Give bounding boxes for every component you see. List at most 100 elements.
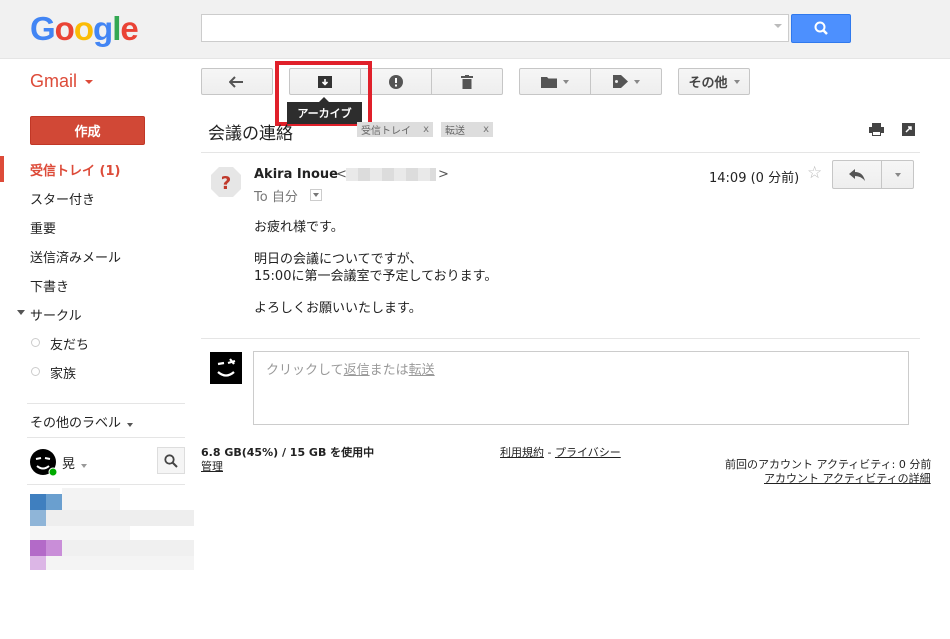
blur-block xyxy=(46,494,62,510)
sidebar-item-friends[interactable]: 友だち xyxy=(50,334,89,353)
search-icon xyxy=(814,21,828,35)
blur-block xyxy=(62,540,194,556)
storage-usage: 6.8 GB(45%) / 15 GB を使用中 xyxy=(201,446,375,459)
activity-details-link[interactable]: アカウント アクティビティの詳細 xyxy=(764,470,931,486)
reply-prompt-text: クリックして xyxy=(266,363,344,378)
chat-search-button[interactable] xyxy=(157,447,185,474)
chevron-down-icon xyxy=(894,172,901,177)
sidebar-item-starred[interactable]: スター付き xyxy=(30,189,95,208)
terms-link[interactable]: 利用規約 xyxy=(500,446,544,459)
move-to-button[interactable] xyxy=(519,68,591,95)
label-chip-inbox[interactable]: 受信トレイ x xyxy=(357,122,433,137)
blurred-email-address xyxy=(346,168,436,181)
trash-icon xyxy=(461,74,473,89)
svg-text:?: ? xyxy=(221,173,231,194)
sender-name: Akira Inoue xyxy=(254,167,338,182)
sidebar-item-drafts[interactable]: 下書き xyxy=(30,276,69,295)
user-avatar xyxy=(210,352,242,384)
message-more-button[interactable] xyxy=(881,160,914,189)
chevron-down-icon[interactable] xyxy=(85,80,93,84)
blur-block xyxy=(30,510,46,526)
labels-button[interactable] xyxy=(590,68,662,95)
more-actions-label: その他 xyxy=(688,76,728,91)
sidebar-item-important[interactable]: 重要 xyxy=(30,218,56,237)
sidebar-item-circles[interactable]: サークル xyxy=(30,305,82,324)
back-button[interactable] xyxy=(201,68,273,95)
sender-email-close: > xyxy=(438,167,449,182)
folder-icon xyxy=(541,76,557,88)
blur-block xyxy=(46,540,62,556)
chat-user-name[interactable]: 晃 xyxy=(62,453,88,472)
chevron-down-icon xyxy=(563,79,569,84)
manage-storage-link[interactable]: 管理 xyxy=(201,458,223,474)
blur-block xyxy=(46,510,194,526)
chevron-down-icon[interactable] xyxy=(17,310,25,315)
reply-prompt[interactable]: クリックして返信または転送 xyxy=(266,359,435,378)
circle-icon xyxy=(31,367,40,376)
divider xyxy=(201,338,920,339)
blur-block xyxy=(30,556,46,570)
message-timestamp: 14:09 (0 分前) xyxy=(709,171,800,186)
print-icon[interactable] xyxy=(869,123,884,136)
message-subject: 会議の連絡 xyxy=(208,124,293,144)
sidebar-item-sent[interactable]: 送信済みメール xyxy=(30,247,121,266)
arrow-left-icon xyxy=(229,75,243,88)
close-icon[interactable]: x xyxy=(483,124,489,135)
search-icon xyxy=(164,453,178,468)
show-details-button[interactable] xyxy=(310,189,322,201)
chevron-down-icon xyxy=(733,79,740,84)
blur-block xyxy=(30,494,46,510)
message-body-line: お疲れ様です。 xyxy=(254,220,344,235)
separator: - xyxy=(544,446,555,459)
archive-tooltip: アーカイブ xyxy=(287,97,362,124)
blur-block xyxy=(30,540,46,556)
label-chip-text: 受信トレイ xyxy=(361,126,411,137)
message-body-line: よろしくお願いいたします。 xyxy=(254,301,422,316)
chat-user-label: 晃 xyxy=(62,457,76,472)
chevron-down-icon xyxy=(633,79,640,84)
forward-link[interactable]: 転送 xyxy=(409,363,435,378)
search-button[interactable] xyxy=(791,14,851,43)
divider xyxy=(27,403,185,404)
delete-button[interactable] xyxy=(431,68,503,95)
tag-icon xyxy=(612,75,628,88)
reply-link[interactable]: 返信 xyxy=(344,363,370,378)
blur-block xyxy=(46,556,194,570)
reply-icon xyxy=(849,168,865,181)
search-box[interactable] xyxy=(201,14,789,42)
reply-prompt-text: または xyxy=(369,363,409,378)
label-chip-forward[interactable]: 転送 x xyxy=(441,122,493,137)
terms-privacy-links: 利用規約 - プライバシー xyxy=(500,444,621,460)
compose-button[interactable]: 作成 xyxy=(30,116,145,145)
more-labels-link[interactable]: その他のラベル xyxy=(30,412,134,431)
chevron-down-icon xyxy=(313,193,319,197)
chevron-down-icon xyxy=(81,464,88,468)
report-spam-icon xyxy=(389,74,403,89)
chevron-down-icon xyxy=(127,423,134,427)
sidebar-item-inbox[interactable]: 受信トレイ (1) xyxy=(30,160,120,179)
search-input[interactable] xyxy=(206,16,770,42)
close-icon[interactable]: x xyxy=(423,124,429,135)
label-chip-text: 転送 xyxy=(445,126,465,137)
star-icon[interactable]: ☆ xyxy=(807,163,822,183)
divider xyxy=(27,437,185,438)
circle-icon xyxy=(31,338,40,347)
recipient-line: To 自分 xyxy=(254,190,298,205)
privacy-link[interactable]: プライバシー xyxy=(555,446,621,459)
open-in-new-window-icon[interactable] xyxy=(902,123,915,136)
blur-block xyxy=(62,488,120,510)
google-logo[interactable]: Google xyxy=(30,10,139,48)
gmail-switcher[interactable]: Gmail xyxy=(30,71,77,92)
sidebar-item-family[interactable]: 家族 xyxy=(50,363,76,382)
message-body-line: 15:00に第一会議室で予定しております。 xyxy=(254,269,498,284)
more-labels-label: その他のラベル xyxy=(30,416,122,431)
search-options-caret-icon[interactable] xyxy=(774,24,782,28)
chat-user-avatar[interactable] xyxy=(30,449,58,477)
divider xyxy=(201,152,920,153)
unknown-sender-avatar-icon: ? xyxy=(211,167,241,197)
active-indicator xyxy=(0,156,4,182)
reply-button[interactable] xyxy=(832,160,882,189)
more-actions-button[interactable]: その他 xyxy=(678,68,750,95)
blur-block xyxy=(30,526,130,540)
divider xyxy=(27,484,185,485)
